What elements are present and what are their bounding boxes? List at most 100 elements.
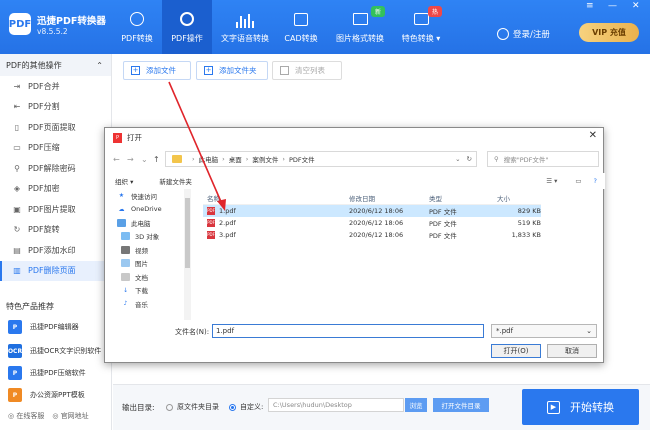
- file-type: PDF 文件: [429, 208, 457, 216]
- tree-scrollbar-thumb[interactable]: [185, 198, 190, 268]
- tree-downloads[interactable]: ↓ 下载: [105, 284, 190, 298]
- feature-pdf-editor[interactable]: P 迅捷PDF编辑器: [8, 318, 79, 336]
- open-dir-button[interactable]: 打开文件目录: [433, 398, 489, 412]
- output-path-input[interactable]: C:\Users\hudun\Desktop: [268, 398, 404, 412]
- tree-this-pc[interactable]: 此电脑: [105, 216, 190, 230]
- add-folder-label: 添加文件夹: [219, 66, 257, 75]
- chevron-down-icon[interactable]: ⌄: [141, 155, 148, 164]
- vip-button[interactable]: VIP 充值: [579, 23, 639, 42]
- close-icon[interactable]: ✕: [632, 1, 640, 11]
- sidebar-item-extract-images[interactable]: ▣ PDF图片提取: [0, 199, 111, 220]
- radio-source-folder[interactable]: 原文件夹目录: [166, 402, 219, 412]
- feature-title: 特色产品推荐: [6, 302, 54, 311]
- open-button[interactable]: 打开(O): [491, 344, 541, 358]
- pdf-editor-icon: P: [8, 320, 22, 334]
- file-row[interactable]: PDF 1.pdf 2020/6/12 18:06 PDF 文件 829 KB: [203, 205, 541, 217]
- sidebar-item-encrypt[interactable]: ◈ PDF加密: [0, 179, 111, 200]
- back-icon[interactable]: ←: [113, 155, 120, 164]
- start-convert-button[interactable]: ▶ 开始转换: [522, 389, 639, 425]
- open-file-dialog: P 打开 ✕ ← → ⌄ ↑ › 此电脑 › 桌面 › 案例文件 › PDF文件 ⌄ ↻ …: [104, 127, 605, 363]
- breadcrumb-item[interactable]: 此电脑: [199, 154, 219, 164]
- sidebar-footer: ◎ 在线客服 ◎ 官网地址: [8, 411, 89, 421]
- nav-cad-convert[interactable]: CAD转换: [276, 0, 326, 54]
- file-row[interactable]: PDF 2.pdf 2020/6/12 18:06 PDF 文件 519 KB: [203, 217, 541, 229]
- feature-pdf-compress[interactable]: P 迅捷PDF压缩软件: [8, 364, 86, 382]
- file-size: 519 KB: [517, 219, 541, 227]
- browse-button[interactable]: 浏览: [405, 398, 427, 412]
- up-icon[interactable]: ↑: [153, 155, 160, 164]
- cancel-button[interactable]: 取消: [547, 344, 597, 358]
- file-type: PDF 文件: [429, 232, 457, 240]
- tree-videos[interactable]: 视频: [105, 243, 190, 257]
- sidebar-item-delete-pages[interactable]: ▥ PDF删除页面: [0, 260, 111, 281]
- pdf-file-icon: PDF: [207, 231, 215, 239]
- add-file-button[interactable]: + 添加文件: [123, 61, 191, 80]
- forward-icon[interactable]: →: [127, 155, 134, 164]
- col-name[interactable]: 名称: [203, 193, 349, 203]
- menu-icon[interactable]: ≡: [586, 1, 594, 11]
- address-bar[interactable]: › 此电脑 › 桌面 › 案例文件 › PDF文件 ⌄ ↻: [165, 151, 477, 167]
- sidebar-item-label: PDF加密: [28, 184, 60, 194]
- sidebar-item-compress[interactable]: ▭ PDF压缩: [0, 138, 111, 159]
- nav-pdf-convert[interactable]: PDF转换: [110, 0, 164, 54]
- sidebar-item-merge[interactable]: ⇥ PDF合并: [0, 76, 111, 97]
- clear-list-button[interactable]: 清空列表: [272, 61, 342, 80]
- filetype-select[interactable]: *.pdf ⌄: [491, 324, 597, 338]
- hot-badge: 热: [428, 6, 443, 17]
- play-icon: ▶: [547, 400, 560, 414]
- ocr-icon: OCR: [8, 344, 22, 358]
- refresh-icon[interactable]: ↻: [467, 155, 472, 163]
- ppt-icon: P: [8, 388, 22, 402]
- document-icon: [121, 272, 130, 281]
- radio-icon: [166, 403, 173, 411]
- shield-icon: ◈: [13, 184, 21, 194]
- sidebar-item-extract-pages[interactable]: ▯ PDF页面提取: [0, 117, 111, 138]
- radio-custom[interactable]: 自定义:: [229, 402, 263, 412]
- breadcrumb-item[interactable]: 桌面: [229, 154, 242, 164]
- dialog-close-icon[interactable]: ✕: [589, 130, 597, 141]
- minimize-icon[interactable]: —: [608, 1, 617, 11]
- sidebar-item-label: PDF解除密码: [28, 163, 76, 173]
- col-type[interactable]: 类型: [429, 193, 497, 203]
- watermark-icon: ▤: [13, 245, 21, 255]
- new-badge: 新: [371, 6, 386, 17]
- login-link[interactable]: 登录/注册: [497, 28, 550, 40]
- dialog-search-input[interactable]: ⚲ 搜索"PDF文件": [487, 151, 599, 167]
- help-icon[interactable]: ?: [594, 177, 597, 185]
- tree-onedrive[interactable]: ☁ OneDrive: [105, 203, 190, 217]
- feature-ocr[interactable]: OCR 迅捷OCR文字识别软件: [8, 342, 101, 360]
- file-row[interactable]: PDF 3.pdf 2020/6/12 18:06 PDF 文件 1,833 KB: [203, 229, 541, 241]
- feature-ppt[interactable]: P 办公资源PPT模板: [8, 386, 85, 404]
- address-dropdown-icon[interactable]: ⌄: [455, 155, 460, 163]
- tree-documents[interactable]: 文档: [105, 270, 190, 284]
- tree-pictures[interactable]: 图片: [105, 257, 190, 271]
- nav-text-speech[interactable]: 文字语音转换: [216, 0, 274, 54]
- organize-menu[interactable]: 组织 ▾: [115, 176, 133, 186]
- user-icon: [497, 28, 509, 40]
- breadcrumb-item[interactable]: PDF文件: [289, 154, 315, 164]
- tree-3d-objects[interactable]: 3D 对象: [105, 230, 190, 244]
- filename-input[interactable]: 1.pdf: [212, 324, 484, 338]
- pdf-app-icon: P: [113, 132, 122, 143]
- file-size: 1,833 KB: [511, 231, 541, 239]
- col-date[interactable]: 修改日期: [349, 193, 429, 203]
- online-service-link[interactable]: ◎ 在线客服: [8, 411, 44, 421]
- file-size: 829 KB: [517, 207, 541, 215]
- sidebar-item-unlock[interactable]: ⚲ PDF解除密码: [0, 158, 111, 179]
- sidebar-item-split[interactable]: ⇤ PDF分割: [0, 97, 111, 118]
- sidebar-header[interactable]: PDF的其他操作 ⌃: [0, 54, 111, 76]
- nav-pdf-operate[interactable]: PDF操作: [162, 0, 212, 54]
- add-folder-button[interactable]: + 添加文件夹: [196, 61, 268, 80]
- website-link[interactable]: ◎ 官网地址: [52, 411, 88, 421]
- tree-music[interactable]: ♪ 音乐: [105, 297, 190, 311]
- sidebar-item-watermark[interactable]: ▤ PDF添加水印: [0, 240, 111, 261]
- breadcrumb-item[interactable]: 案例文件: [252, 154, 278, 164]
- view-options-icon[interactable]: ☰ ▾: [546, 177, 557, 185]
- trash-icon: [280, 66, 289, 75]
- file-name: 1.pdf: [219, 207, 236, 215]
- sidebar-item-rotate[interactable]: ↻ PDF旋转: [0, 220, 111, 241]
- preview-pane-icon[interactable]: ▭: [575, 177, 581, 185]
- new-folder-button[interactable]: 新建文件夹: [159, 176, 192, 186]
- col-size[interactable]: 大小: [497, 193, 541, 203]
- tree-quick-access[interactable]: ★ 快速访问: [105, 189, 190, 203]
